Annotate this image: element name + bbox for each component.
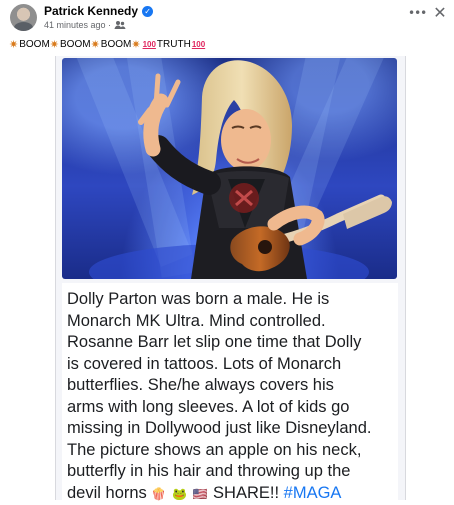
post-meta: 41 minutes ago · <box>44 19 126 31</box>
post-caption: ✷ BOOM ✷ BOOM ✷ BOOM ✷ 100 TRUTH 100 <box>9 36 206 52</box>
post-image[interactable] <box>62 58 397 279</box>
performer-illustration <box>62 58 397 279</box>
post-text-line: Dolly Parton was born a male. He is <box>67 289 394 311</box>
post-text-line: is covered in tattoos. Lots of Monarch <box>67 354 394 376</box>
frog-icon: 🐸 <box>172 487 187 501</box>
post-text-line: devil horns <box>67 484 147 502</box>
post-body-text: Dolly Parton was born a male. He is Mona… <box>67 289 394 505</box>
boom-gear-icon: ✷ <box>9 38 18 51</box>
author-line: Patrick Kennedy ✓ <box>44 3 153 19</box>
post-text-line: Monarch MK Ultra. Mind controlled. <box>67 311 394 333</box>
close-icon[interactable]: ✕ <box>432 5 448 21</box>
boom-gear-icon: ✷ <box>50 38 59 51</box>
hundred-points-icon: 100 <box>192 40 205 49</box>
caption-word-1: BOOM <box>19 39 50 50</box>
share-text: SHARE!! <box>213 484 279 502</box>
post-text-line: Rosanne Barr let slip one time that Doll… <box>67 332 394 354</box>
post-text-line: arms with long sleeves. A lot of kids go <box>67 397 394 419</box>
post-text-line: butterfly in his hair and throwing up th… <box>67 461 394 483</box>
author-name[interactable]: Patrick Kennedy <box>44 4 138 18</box>
caption-word-3: BOOM <box>101 39 132 50</box>
author-avatar[interactable] <box>10 4 37 31</box>
caption-word-2: BOOM <box>60 39 91 50</box>
post-text-line: missing in Dollywood just like Disneylan… <box>67 418 394 440</box>
friends-audience-icon[interactable] <box>114 20 126 30</box>
verified-badge-icon: ✓ <box>142 6 153 17</box>
hundred-points-icon: 100 <box>143 40 156 49</box>
post-text-line: The picture shows an apple on his neck, <box>67 440 394 462</box>
popcorn-icon: 🍿 <box>151 487 166 501</box>
post-text-line: butterflies. She/he always covers his <box>67 375 394 397</box>
post-final-line: devil horns 🍿 🐸 🇺🇸 SHARE!! #MAGA <box>67 483 394 505</box>
boom-gear-icon: ✷ <box>91 38 100 51</box>
post-header: Patrick Kennedy ✓ 41 minutes ago · ••• ✕ <box>0 0 454 34</box>
post-timestamp[interactable]: 41 minutes ago · <box>44 20 111 30</box>
more-options-icon[interactable]: ••• <box>408 5 424 21</box>
maga-hashtag-link[interactable]: #MAGA <box>284 484 342 502</box>
boom-gear-icon: ✷ <box>131 38 140 51</box>
us-flag-icon: 🇺🇸 <box>192 487 207 501</box>
caption-word-4: TRUTH <box>157 39 191 50</box>
